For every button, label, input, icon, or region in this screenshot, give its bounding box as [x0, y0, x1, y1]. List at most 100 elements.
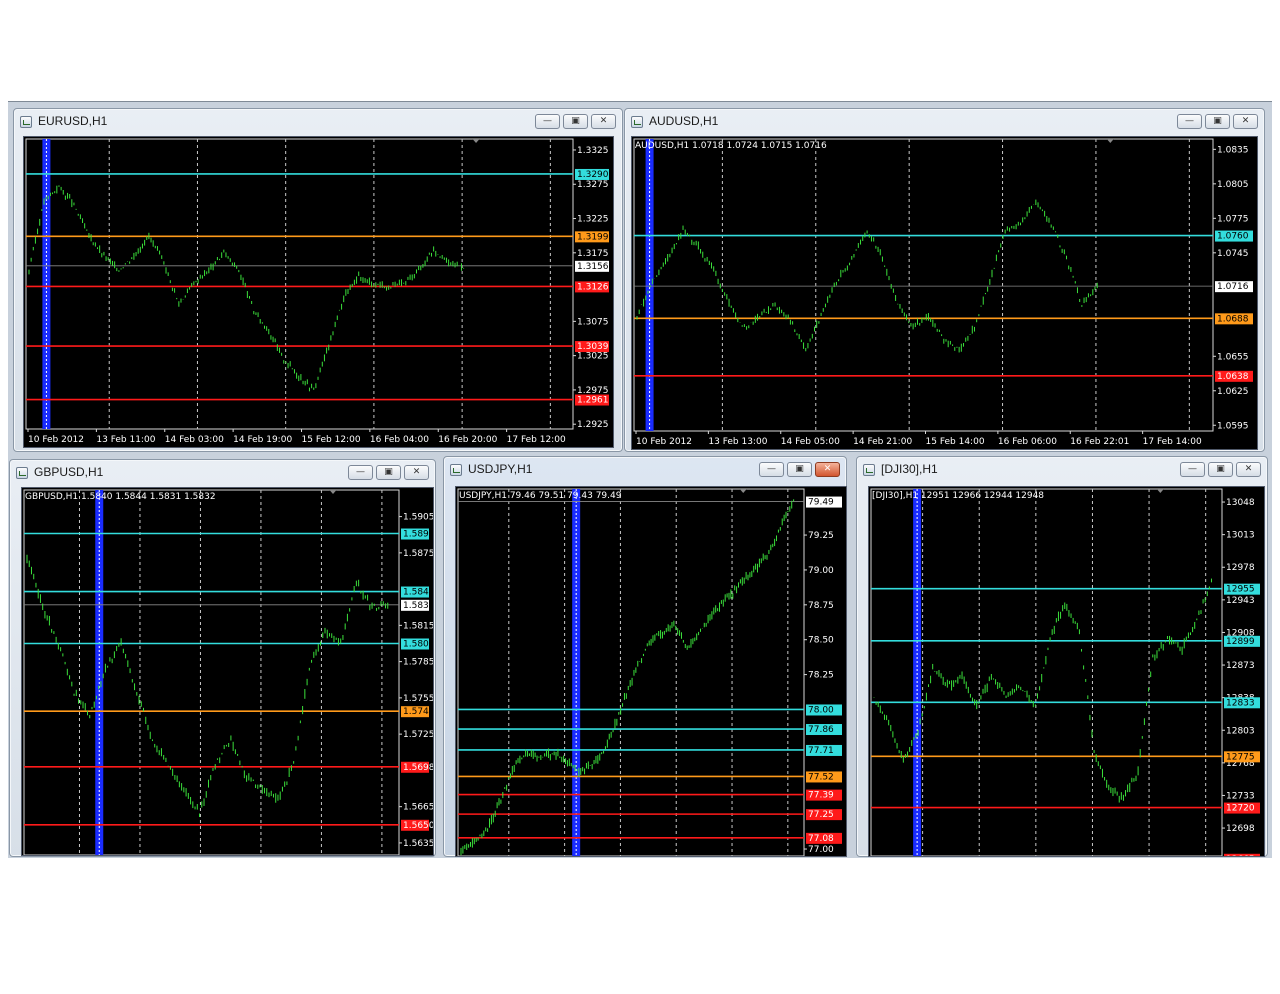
price-axis-label: 1.5665: [403, 803, 434, 813]
price-axis-label: 1.0655: [1217, 352, 1249, 362]
level-price-tag: 77.52: [808, 772, 834, 782]
chart-window-dji30[interactable]: [DJI30],H1— ▣ ✕ 13048 13013 12978 12943 12908 12…: [856, 456, 1268, 857]
window-titlebar[interactable]: EURUSD,H1 — ▣ ✕: [14, 109, 622, 135]
level-price-tag: 77.39: [808, 791, 834, 801]
chart-window-icon: [631, 116, 643, 128]
time-axis-label: 14 Feb 21:00: [853, 437, 912, 447]
ohlc-readout: GBPUSD,H1 1.5840 1.5844 1.5831 1.5832: [25, 492, 216, 502]
price-axis-label: 1.5785: [403, 658, 434, 668]
level-price-tag: 1.5698: [403, 763, 434, 773]
window-title: EURUSD,H1: [38, 114, 108, 128]
level-price-tag: 1.0688: [1217, 314, 1249, 324]
close-button[interactable]: ✕: [591, 114, 616, 129]
restore-button[interactable]: ▣: [1205, 114, 1230, 129]
level-price-tag: 1.2961: [577, 396, 609, 406]
minimize-button[interactable]: —: [535, 114, 560, 129]
price-axis-label: 1.5755: [403, 694, 434, 704]
level-price-tag: 1.5800: [403, 639, 434, 649]
price-axis-label: 1.3025: [577, 352, 609, 362]
window-title: USDJPY,H1: [468, 462, 533, 476]
price-axis-label: 1.0745: [1217, 249, 1249, 259]
price-axis-label: 12733: [1226, 791, 1255, 801]
chart-shift-marker[interactable]: [739, 489, 747, 493]
minimize-button[interactable]: —: [759, 462, 784, 477]
minimize-button[interactable]: —: [1180, 462, 1205, 477]
chart-canvas: 1.5905 1.5875 1.5815 1.5785 1.5755 1.5725 1.56…: [23, 489, 434, 855]
chart-window-icon: [20, 116, 32, 128]
price-axis-label: 78.25: [808, 671, 834, 681]
price-axis-label: 1.5635: [403, 839, 434, 849]
price-axis-label: 13048: [1226, 498, 1255, 508]
price-axis-label: 78.50: [808, 636, 834, 646]
level-price-tag: 1.5843: [403, 588, 434, 598]
plot-frame: [870, 488, 1223, 856]
price-chart[interactable]: 1304813013129781294312908128731283812803…: [868, 486, 1265, 857]
chart-shift-marker[interactable]: [329, 490, 337, 494]
window-titlebar[interactable]: [DJI30],H1 — ▣ ✕: [857, 457, 1267, 483]
level-price-tag: 78.00: [808, 705, 834, 715]
time-axis-label: 16 Feb 20:00: [438, 435, 497, 445]
chart-canvas: 1.3325 1.3275 1.3225 1.3175 1.3075 1.3025 1.29…: [25, 138, 609, 445]
price-chart[interactable]: 79.25 79.00 78.75 78.50 78.25 77.00 78.00 77.86…: [455, 486, 847, 857]
current-price-tag: 1.5832: [403, 601, 434, 611]
level-price-tag: 1.3039: [577, 342, 609, 352]
time-axis-label: 17 Feb 14:00: [1143, 437, 1202, 447]
price-axis-label: 13013: [1226, 531, 1255, 541]
minimize-button[interactable]: —: [1177, 114, 1202, 129]
price-axis-label: 1.3225: [577, 215, 609, 225]
chart-shift-marker[interactable]: [1156, 489, 1164, 493]
price-axis-label: 1.5725: [403, 730, 434, 740]
chart-window-icon: [450, 464, 462, 476]
time-axis-label: 17 Feb 12:00: [507, 435, 566, 445]
restore-button[interactable]: ▣: [563, 114, 588, 129]
time-axis-label: 13 Feb 11:00: [96, 435, 155, 445]
close-button[interactable]: ✕: [815, 462, 840, 477]
level-price-tag: 1.5650: [403, 821, 434, 831]
price-axis-label: 77.00: [808, 845, 834, 855]
price-axis-label: 1.0835: [1217, 145, 1249, 155]
chart-window-gbpusd[interactable]: GBPUSD,H1 — ▣ ✕ 1.5905 1.5875 1.5815 1.5785 1.57…: [9, 459, 436, 857]
close-button[interactable]: ✕: [1236, 462, 1261, 477]
price-chart[interactable]: 1.3325 1.3275 1.3225 1.3175 1.3075 1.3025 1.29…: [23, 136, 614, 448]
chart-window-audusd[interactable]: AUDUSD,H1 — ▣ ✕ 1.0835 1.0805 1.0775 1.0745 1.06…: [624, 108, 1265, 452]
price-axis-label: 1.0775: [1217, 214, 1249, 224]
window-titlebar[interactable]: AUDUSD,H1 — ▣ ✕: [625, 109, 1264, 135]
chart-window-usdjpy[interactable]: USDJPY,H1 — ▣ ✕ 79.25 79.00 78.75 78.50 78.25 77.…: [443, 456, 847, 857]
close-button[interactable]: ✕: [1233, 114, 1258, 129]
time-axis-label: 15 Feb 14:00: [926, 437, 985, 447]
price-axis-label: 79.25: [808, 531, 834, 541]
level-price-tag: 77.86: [808, 725, 834, 735]
chart-shift-marker[interactable]: [1106, 139, 1114, 143]
close-button[interactable]: ✕: [404, 465, 429, 480]
current-price-tag: 1.3156: [577, 262, 609, 272]
price-chart[interactable]: 1.5905 1.5875 1.5815 1.5785 1.5755 1.5725 1.56…: [21, 487, 434, 856]
chart-shift-marker[interactable]: [472, 139, 480, 143]
restore-button[interactable]: ▣: [376, 465, 401, 480]
price-axis-label: 1.2975: [577, 386, 609, 396]
time-axis-label: 10 Feb 2012: [28, 435, 84, 445]
plot-frame: [25, 138, 574, 430]
plot-frame: [23, 489, 400, 855]
restore-button[interactable]: ▣: [787, 462, 812, 477]
time-axis-label: 14 Feb 19:00: [233, 435, 292, 445]
time-axis-label: 15 Feb 12:00: [302, 435, 361, 445]
level-price-tag: 1.5891: [403, 530, 434, 540]
price-axis-label: 78.75: [808, 601, 834, 611]
window-titlebar[interactable]: GBPUSD,H1 — ▣ ✕: [10, 460, 435, 486]
ohlc-readout: USDJPY,H1 79.46 79.51 79.43 79.49: [459, 491, 622, 501]
price-axis-label: 12873: [1226, 661, 1255, 671]
window-title: [DJI30],H1: [881, 462, 938, 476]
time-axis-label: 16 Feb 04:00: [370, 435, 429, 445]
minimize-button[interactable]: —: [348, 465, 373, 480]
price-axis-label: 1.0625: [1217, 387, 1249, 397]
restore-button[interactable]: ▣: [1208, 462, 1233, 477]
level-price-tag: 77.71: [808, 746, 834, 756]
window-titlebar[interactable]: USDJPY,H1 — ▣ ✕: [444, 457, 846, 483]
price-axis-label: 1.5875: [403, 549, 434, 559]
chart-window-icon: [16, 467, 28, 479]
price-chart[interactable]: 1.0835 1.0805 1.0775 1.0745 1.0655 1.0625 1.05…: [631, 136, 1258, 450]
chart-window-eurusd[interactable]: EURUSD,H1 — ▣ ✕ 1.3325 1.3275 1.3225 1.3175 1.30…: [13, 108, 623, 452]
current-price-tag: 1.0716: [1217, 282, 1249, 292]
chart-canvas: 1304813013129781294312908128731283812803…: [870, 488, 1260, 856]
level-price-tag: 12955: [1226, 585, 1255, 595]
